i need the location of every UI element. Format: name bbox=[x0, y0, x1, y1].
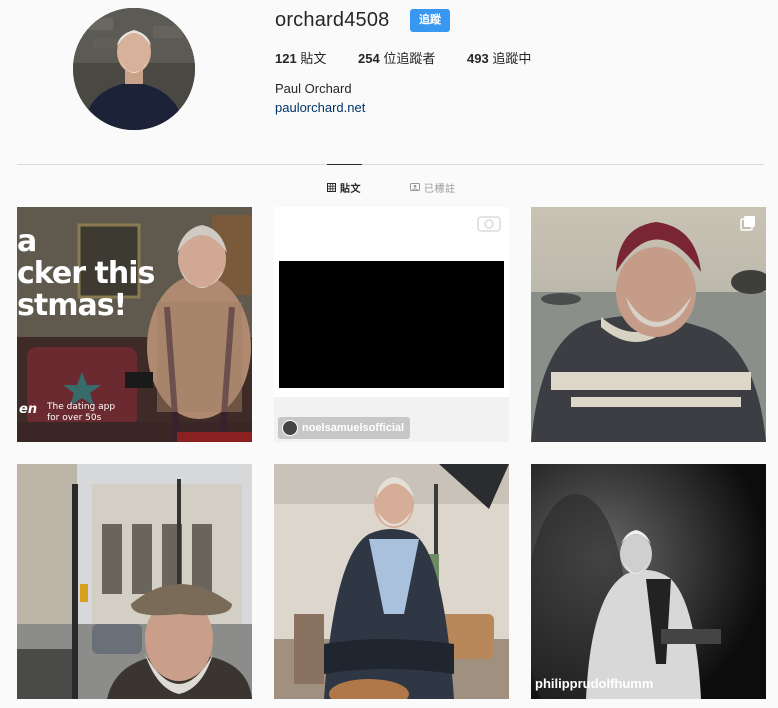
post-image bbox=[17, 464, 252, 699]
tagged-icon bbox=[410, 183, 420, 192]
followers-count-value: 254 bbox=[358, 51, 380, 66]
tab-posts[interactable]: 貼文 bbox=[327, 180, 361, 195]
tagged-user-avatar bbox=[282, 420, 298, 436]
post-image bbox=[274, 207, 509, 442]
post-thumbnail[interactable] bbox=[274, 464, 509, 699]
photo-credit: philipprudolfhumm bbox=[535, 676, 654, 691]
post-thumbnail[interactable]: noelsamuelsofficial bbox=[274, 207, 509, 442]
ad-headline-line: cker this bbox=[17, 256, 155, 291]
active-tab-indicator bbox=[327, 164, 362, 165]
following-count-value: 493 bbox=[467, 51, 489, 66]
profile-avatar[interactable] bbox=[73, 8, 195, 130]
tabs-divider bbox=[17, 164, 764, 165]
multiple-images-icon bbox=[740, 215, 756, 236]
ad-brand: en bbox=[19, 402, 38, 417]
profile-website-link[interactable]: paulorchard.net bbox=[275, 100, 365, 115]
followers-count-label: 位追蹤者 bbox=[379, 51, 436, 66]
posts-count: 121 貼文 bbox=[275, 48, 326, 67]
tab-tagged-label: 已標註 bbox=[424, 184, 456, 195]
following-count[interactable]: 493 追蹤中 bbox=[467, 48, 531, 67]
grid-icon bbox=[327, 183, 336, 192]
posts-count-value: 121 bbox=[275, 51, 297, 66]
post-thumbnail[interactable]: a cker this stmas! en The dating app for… bbox=[17, 207, 252, 442]
post-thumbnail[interactable]: philipprudolfhumm bbox=[531, 464, 766, 699]
ad-headline-line: a bbox=[17, 224, 37, 259]
posts-count-label: 貼文 bbox=[296, 51, 327, 66]
post-image bbox=[531, 464, 766, 699]
profile-username: orchard4508 bbox=[275, 9, 390, 31]
follow-button[interactable]: 追蹤 bbox=[410, 9, 450, 32]
post-thumbnail[interactable] bbox=[531, 207, 766, 442]
followers-count[interactable]: 254 位追蹤者 bbox=[358, 48, 435, 67]
ad-tagline: The dating app for over 50s bbox=[47, 402, 116, 423]
post-image bbox=[531, 207, 766, 442]
tab-posts-label: 貼文 bbox=[340, 184, 361, 195]
profile-full-name: Paul Orchard bbox=[275, 81, 352, 96]
post-thumbnail[interactable] bbox=[17, 464, 252, 699]
post-image bbox=[274, 464, 509, 699]
tagged-username: noelsamuelsofficial bbox=[302, 422, 405, 434]
user-tag-chip[interactable]: noelsamuelsofficial bbox=[278, 417, 411, 439]
following-count-label: 追蹤中 bbox=[488, 51, 532, 66]
tab-tagged[interactable]: 已標註 bbox=[410, 180, 456, 195]
video-icon bbox=[477, 215, 501, 238]
ad-headline-line: stmas! bbox=[17, 288, 127, 323]
